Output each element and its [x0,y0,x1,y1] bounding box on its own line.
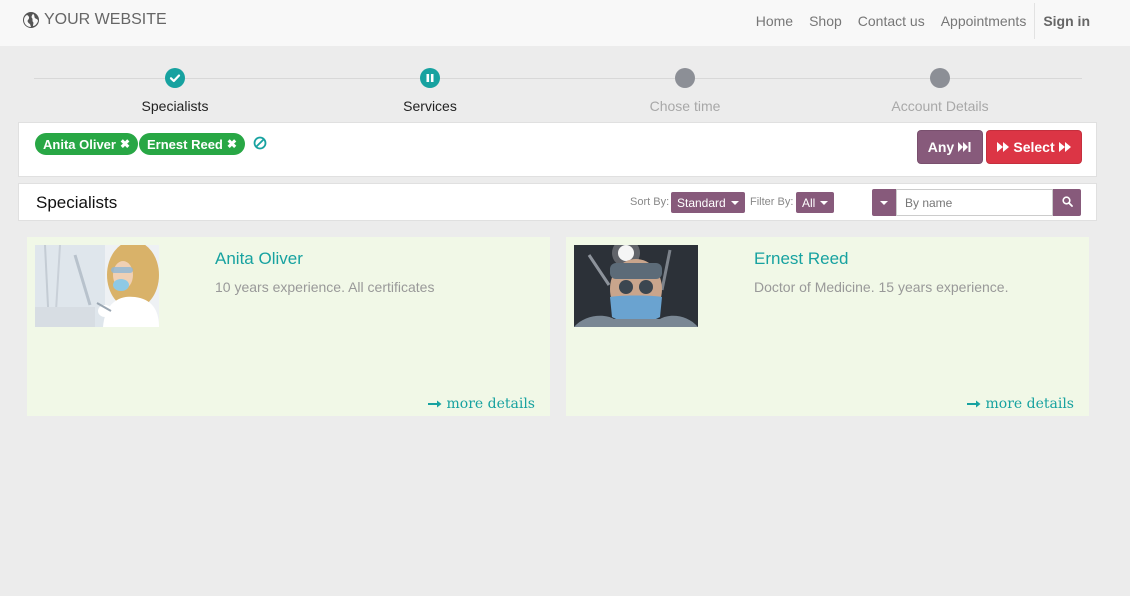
globe-icon [22,11,40,29]
specialist-description: Doctor of Medicine. 15 years experience. [754,279,1009,295]
step-services[interactable]: Services [350,68,510,114]
pending-dot-icon [675,68,695,88]
nav-divider [1034,3,1036,39]
brand-name: YOUR WEBSITE [44,11,167,28]
specialist-name[interactable]: Anita Oliver [215,249,303,269]
step-label: Chose time [649,98,721,114]
step-account-details[interactable]: Account Details [860,68,1020,114]
nav-links: Home Shop Contact us Appointments Sign i… [740,0,1090,42]
specialist-card-ernest-reed[interactable]: Ernest Reed Doctor of Medicine. 15 years… [566,237,1089,416]
sort-by-value: Standard [677,195,726,210]
pending-dot-icon [930,68,950,88]
more-details-label: more details [985,396,1075,412]
section-title: Specialists [36,193,118,212]
nav-sign-in[interactable]: Sign in [1043,13,1090,29]
filter-by-dropdown[interactable]: All [796,192,835,213]
sort-by-label: Sort By: [630,196,670,208]
caret-down-icon [880,200,888,205]
search-icon [1061,194,1073,212]
caret-down-icon [730,200,739,205]
select-button[interactable]: Select [986,130,1082,164]
top-navbar: YOUR WEBSITE Home Shop Contact us Appoin… [0,0,1130,46]
nav-contact-us[interactable]: Contact us [858,13,925,29]
pause-circle-icon [420,68,440,88]
fast-forward-icon [1058,139,1071,155]
chip-ernest-reed[interactable]: Ernest Reed ✖ [139,133,245,155]
specialist-card-anita-oliver[interactable]: Anita Oliver 10 years experience. All ce… [27,237,550,416]
step-specialists[interactable]: Specialists [95,68,255,114]
more-details-link[interactable]: more details [966,396,1075,412]
search-button[interactable] [1053,189,1081,216]
any-button[interactable]: Any [917,130,983,164]
specialist-photo [35,245,159,327]
selected-specialists-panel: Anita Oliver ✖ Ernest Reed ✖ Any Select [18,122,1097,177]
more-details-label: more details [446,396,536,412]
arrow-right-icon [427,396,442,412]
chip-label: Ernest Reed [147,136,223,152]
clear-all-icon[interactable] [253,136,267,150]
check-circle-icon [165,68,185,88]
caret-down-icon [820,200,829,205]
step-label: Account Details [891,98,989,114]
select-button-label: Select [1013,139,1055,155]
any-button-label: Any [927,139,955,155]
remove-icon[interactable]: ✖ [120,137,130,151]
fast-forward-icon [997,139,1010,155]
brand-logo[interactable]: YOUR WEBSITE [22,11,167,29]
search-input[interactable] [896,189,1053,216]
more-details-link[interactable]: more details [427,396,536,412]
nav-home[interactable]: Home [756,13,793,29]
nav-shop[interactable]: Shop [809,13,842,29]
skip-forward-icon [958,139,972,155]
specialist-description: 10 years experience. All certificates [215,279,435,295]
chip-anita-oliver[interactable]: Anita Oliver ✖ [35,133,139,155]
step-label: Services [403,98,457,114]
specialists-filter-bar: Specialists Sort By: Standard Filter By:… [18,183,1097,221]
remove-icon[interactable]: ✖ [227,137,237,151]
step-chose-time[interactable]: Chose time [605,68,765,114]
filter-by-label: Filter By: [750,196,794,208]
specialist-name[interactable]: Ernest Reed [754,249,849,269]
search-options-dropdown[interactable] [872,189,896,216]
arrow-right-icon [966,396,981,412]
filter-by-value: All [802,195,816,210]
booking-steps: Specialists Services Chose time Account … [34,60,1082,120]
step-label: Specialists [141,98,209,114]
specialist-photo [574,245,698,327]
nav-appointments[interactable]: Appointments [941,13,1027,29]
sort-by-dropdown[interactable]: Standard [671,192,745,213]
chip-label: Anita Oliver [43,136,116,152]
